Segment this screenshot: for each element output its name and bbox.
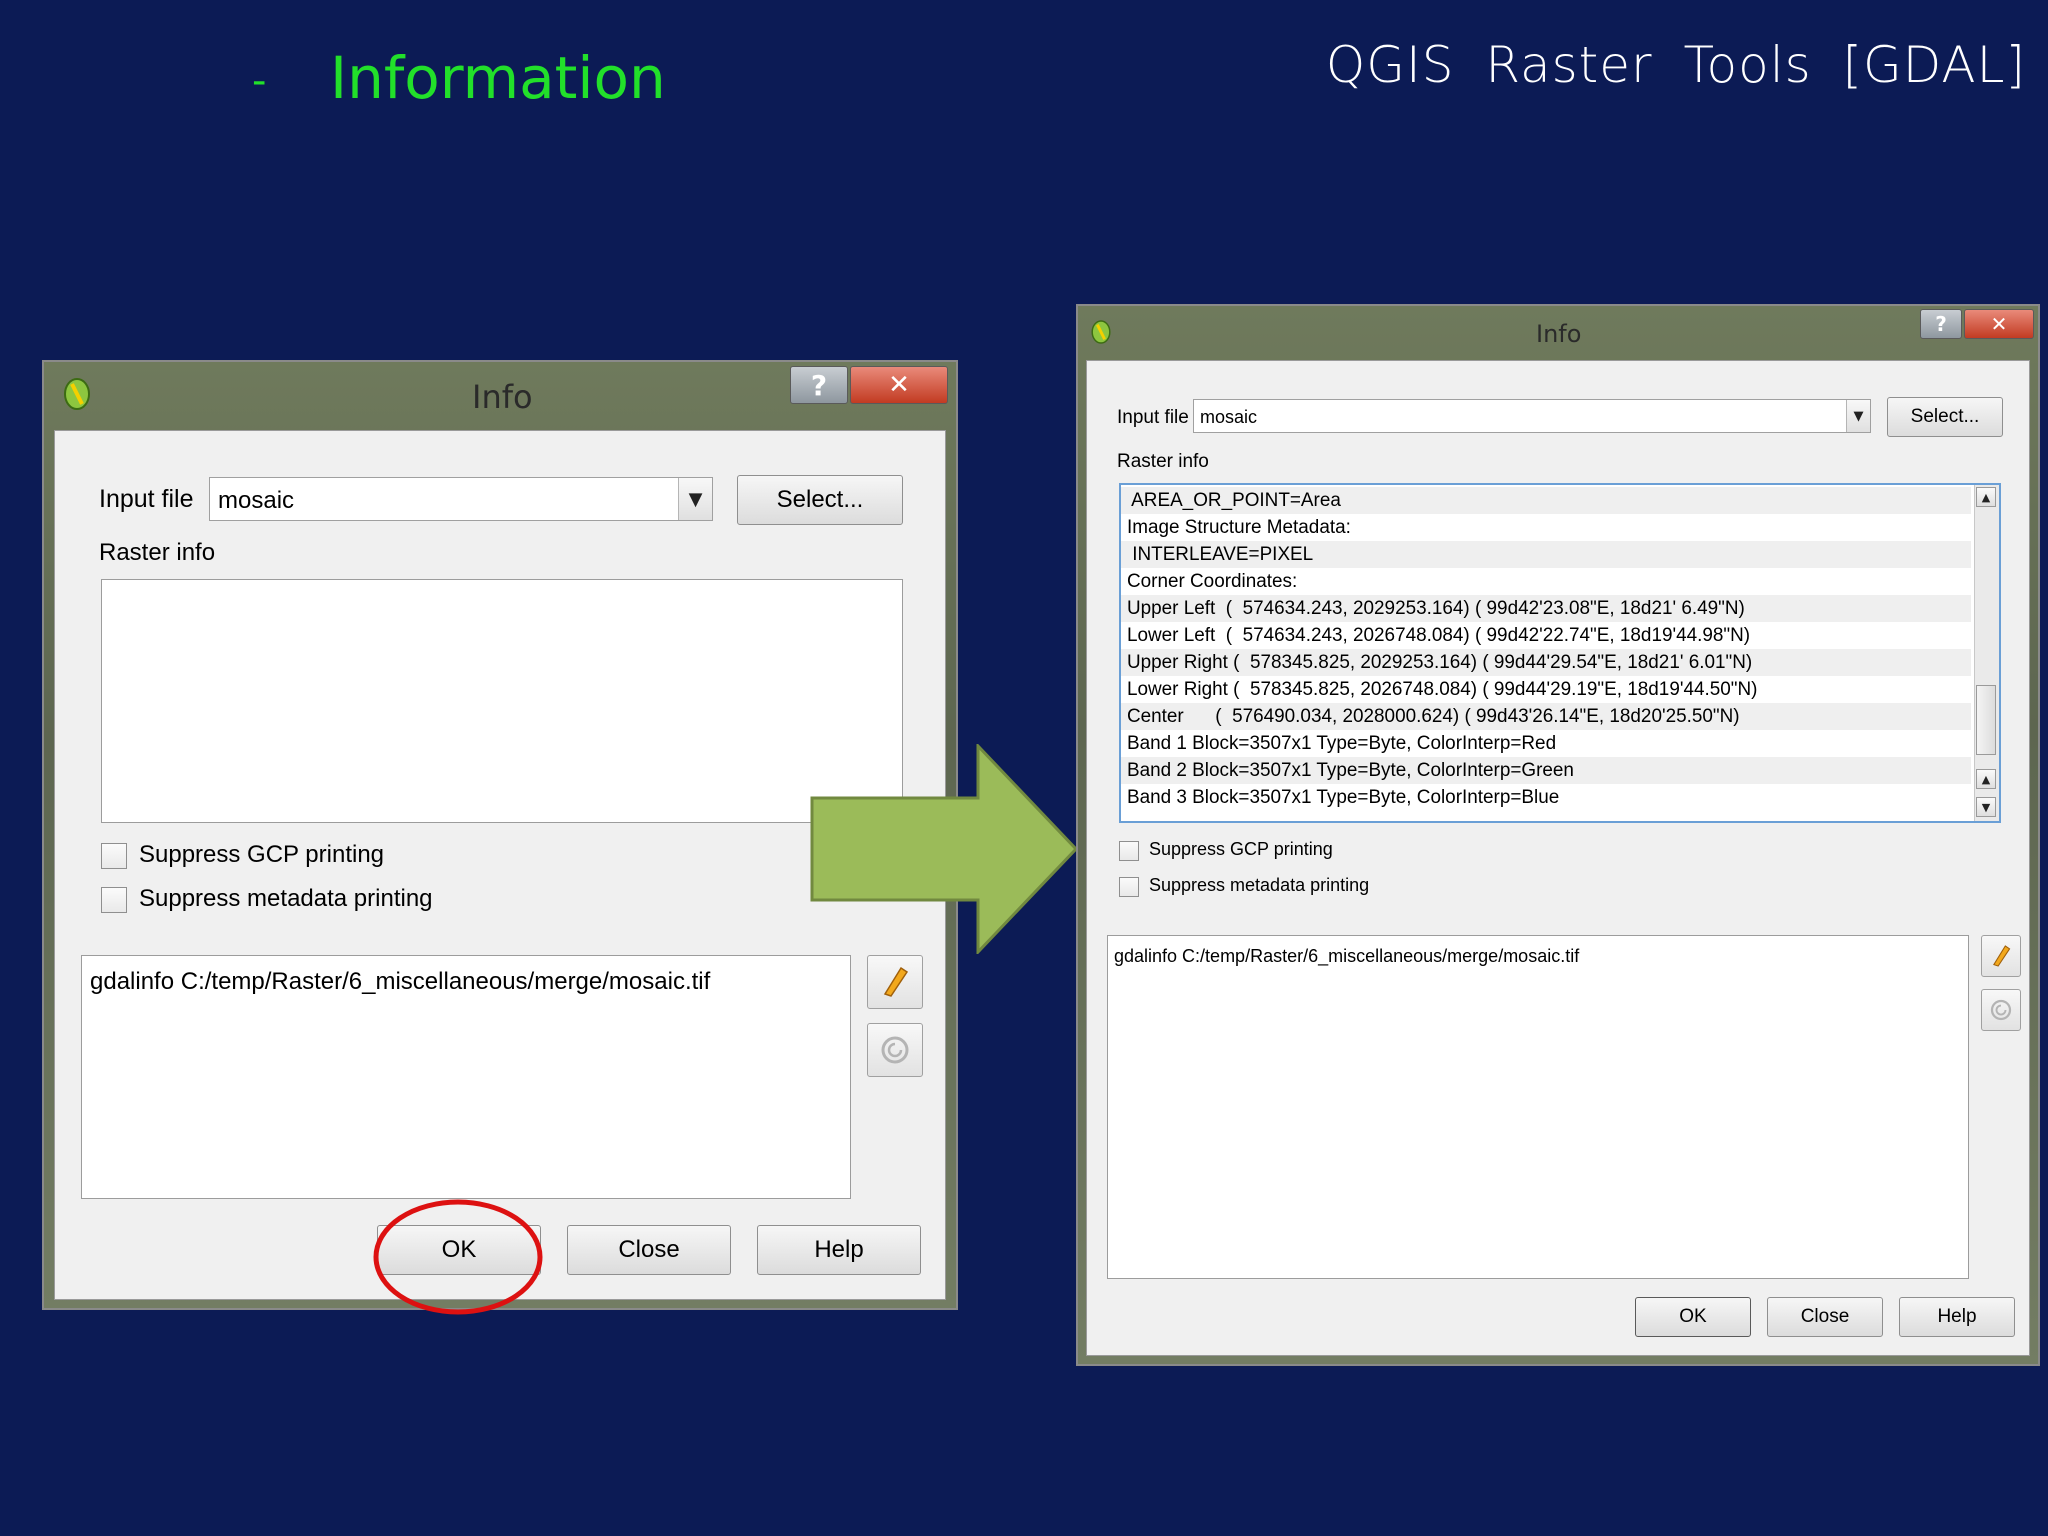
help-title-button[interactable]: ? (1920, 309, 1962, 339)
slide-title: Information (330, 44, 666, 112)
edit-command-button[interactable] (1981, 935, 2021, 977)
chevron-down-icon[interactable]: ▼ (678, 478, 712, 520)
close-button[interactable]: Close (1767, 1297, 1883, 1337)
input-file-value: mosaic (218, 487, 295, 514)
help-button[interactable]: Help (1899, 1297, 2015, 1337)
left-dialog-title: Info (472, 378, 533, 416)
select-button[interactable]: Select... (1887, 397, 2003, 437)
qgis-icon (1091, 320, 1111, 344)
pencil-icon (883, 966, 909, 997)
right-info-dialog: Info ? ✕ Input file mosaic ▼ Select... R… (1076, 304, 2040, 1366)
scroll-up-button[interactable]: ▲ (1976, 487, 1996, 507)
close-button[interactable]: Close (567, 1225, 731, 1275)
raster-info-line: Lower Left ( 574634.243, 2026748.084) ( … (1126, 625, 1751, 646)
raster-info-textarea[interactable] (101, 579, 903, 823)
right-dialog-body: Input file mosaic ▼ Select... Raster inf… (1086, 360, 2030, 1356)
raster-info-label: Raster info (1117, 451, 1209, 472)
slide-bullet-dash: - (252, 58, 267, 104)
raster-info-line: INTERLEAVE=PIXEL (1121, 541, 1971, 568)
command-text: gdalinfo C:/temp/Raster/6_miscellaneous/… (90, 968, 711, 995)
suppress-metadata-checkbox[interactable] (1119, 877, 1139, 897)
close-title-button[interactable]: ✕ (850, 366, 948, 404)
reset-command-button[interactable] (1981, 989, 2021, 1031)
raster-info-line: Center ( 576490.034, 2028000.624) ( 99d4… (1121, 703, 1971, 730)
raster-info-textarea[interactable]: AREA_OR_POINT=Area Image Structure Metada… (1119, 483, 2001, 823)
scroll-thumb[interactable] (1976, 685, 1996, 755)
edit-command-button[interactable] (867, 955, 923, 1009)
select-button[interactable]: Select... (737, 475, 903, 525)
help-button[interactable]: Help (757, 1225, 921, 1275)
reset-icon (881, 1036, 909, 1064)
suppress-gcp-label: Suppress GCP printing (139, 841, 385, 868)
reset-icon (1990, 999, 2012, 1021)
input-file-label: Input file (1117, 407, 1189, 428)
scroll-up-button[interactable]: ▲ (1976, 769, 1996, 789)
right-titlebar: Info ? ✕ (1078, 306, 2038, 362)
raster-info-line: Upper Right ( 578345.825, 2029253.164) (… (1121, 649, 1971, 676)
left-titlebar: Info ? ✕ (44, 362, 956, 432)
reset-command-button[interactable] (867, 1023, 923, 1077)
suppress-gcp-checkbox[interactable] (1119, 841, 1139, 861)
raster-info-line: Band 3 Block=3507x1 Type=Byte, ColorInte… (1126, 787, 1560, 808)
ok-button[interactable]: OK (1635, 1297, 1751, 1337)
pencil-icon (1993, 945, 2011, 967)
raster-info-line: AREA_OR_POINT=Area (1121, 487, 1971, 514)
raster-info-list: AREA_OR_POINT=Area Image Structure Metada… (1121, 487, 1975, 811)
command-textarea[interactable]: gdalinfo C:/temp/Raster/6_miscellaneous/… (81, 955, 851, 1199)
scroll-down-button[interactable]: ▼ (1976, 797, 1996, 817)
right-arrow-icon (810, 744, 1079, 954)
suppress-metadata-label: Suppress metadata printing (139, 885, 433, 912)
raster-info-line: Upper Left ( 574634.243, 2029253.164) ( … (1121, 595, 1971, 622)
suppress-gcp-checkbox[interactable] (101, 843, 127, 869)
close-title-button[interactable]: ✕ (1964, 309, 2034, 339)
input-file-label: Input file (99, 485, 194, 513)
command-text: gdalinfo C:/temp/Raster/6_miscellaneous/… (1114, 946, 1580, 966)
input-file-value: mosaic (1200, 407, 1258, 427)
qgis-icon (64, 378, 90, 410)
slide-topic: QGIS Raster Tools [GDAL] (1325, 36, 2026, 94)
input-file-combobox[interactable]: mosaic ▼ (1193, 399, 1871, 433)
right-dialog-title: Info (1536, 320, 1582, 348)
raster-info-line: Band 1 Block=3507x1 Type=Byte, ColorInte… (1126, 733, 1557, 754)
input-file-combobox[interactable]: mosaic ▼ (209, 477, 713, 521)
suppress-gcp-label: Suppress GCP printing (1149, 839, 1333, 859)
suppress-metadata-checkbox[interactable] (101, 887, 127, 913)
chevron-down-icon[interactable]: ▼ (1846, 400, 1870, 432)
suppress-metadata-label: Suppress metadata printing (1149, 875, 1370, 895)
raster-info-label: Raster info (99, 539, 216, 566)
raster-info-line: Lower Right ( 578345.825, 2026748.084) (… (1126, 679, 1758, 700)
help-title-button[interactable]: ? (790, 366, 848, 404)
command-textarea[interactable]: gdalinfo C:/temp/Raster/6_miscellaneous/… (1107, 935, 1969, 1279)
raster-info-line: Band 2 Block=3507x1 Type=Byte, ColorInte… (1121, 757, 1971, 784)
raster-info-line: Corner Coordinates: (1126, 571, 1298, 592)
raster-info-line: Image Structure Metadata: (1126, 517, 1351, 538)
ok-highlight-circle (373, 1199, 543, 1315)
vertical-scrollbar[interactable]: ▲ ▲ ▼ (1974, 485, 1999, 821)
